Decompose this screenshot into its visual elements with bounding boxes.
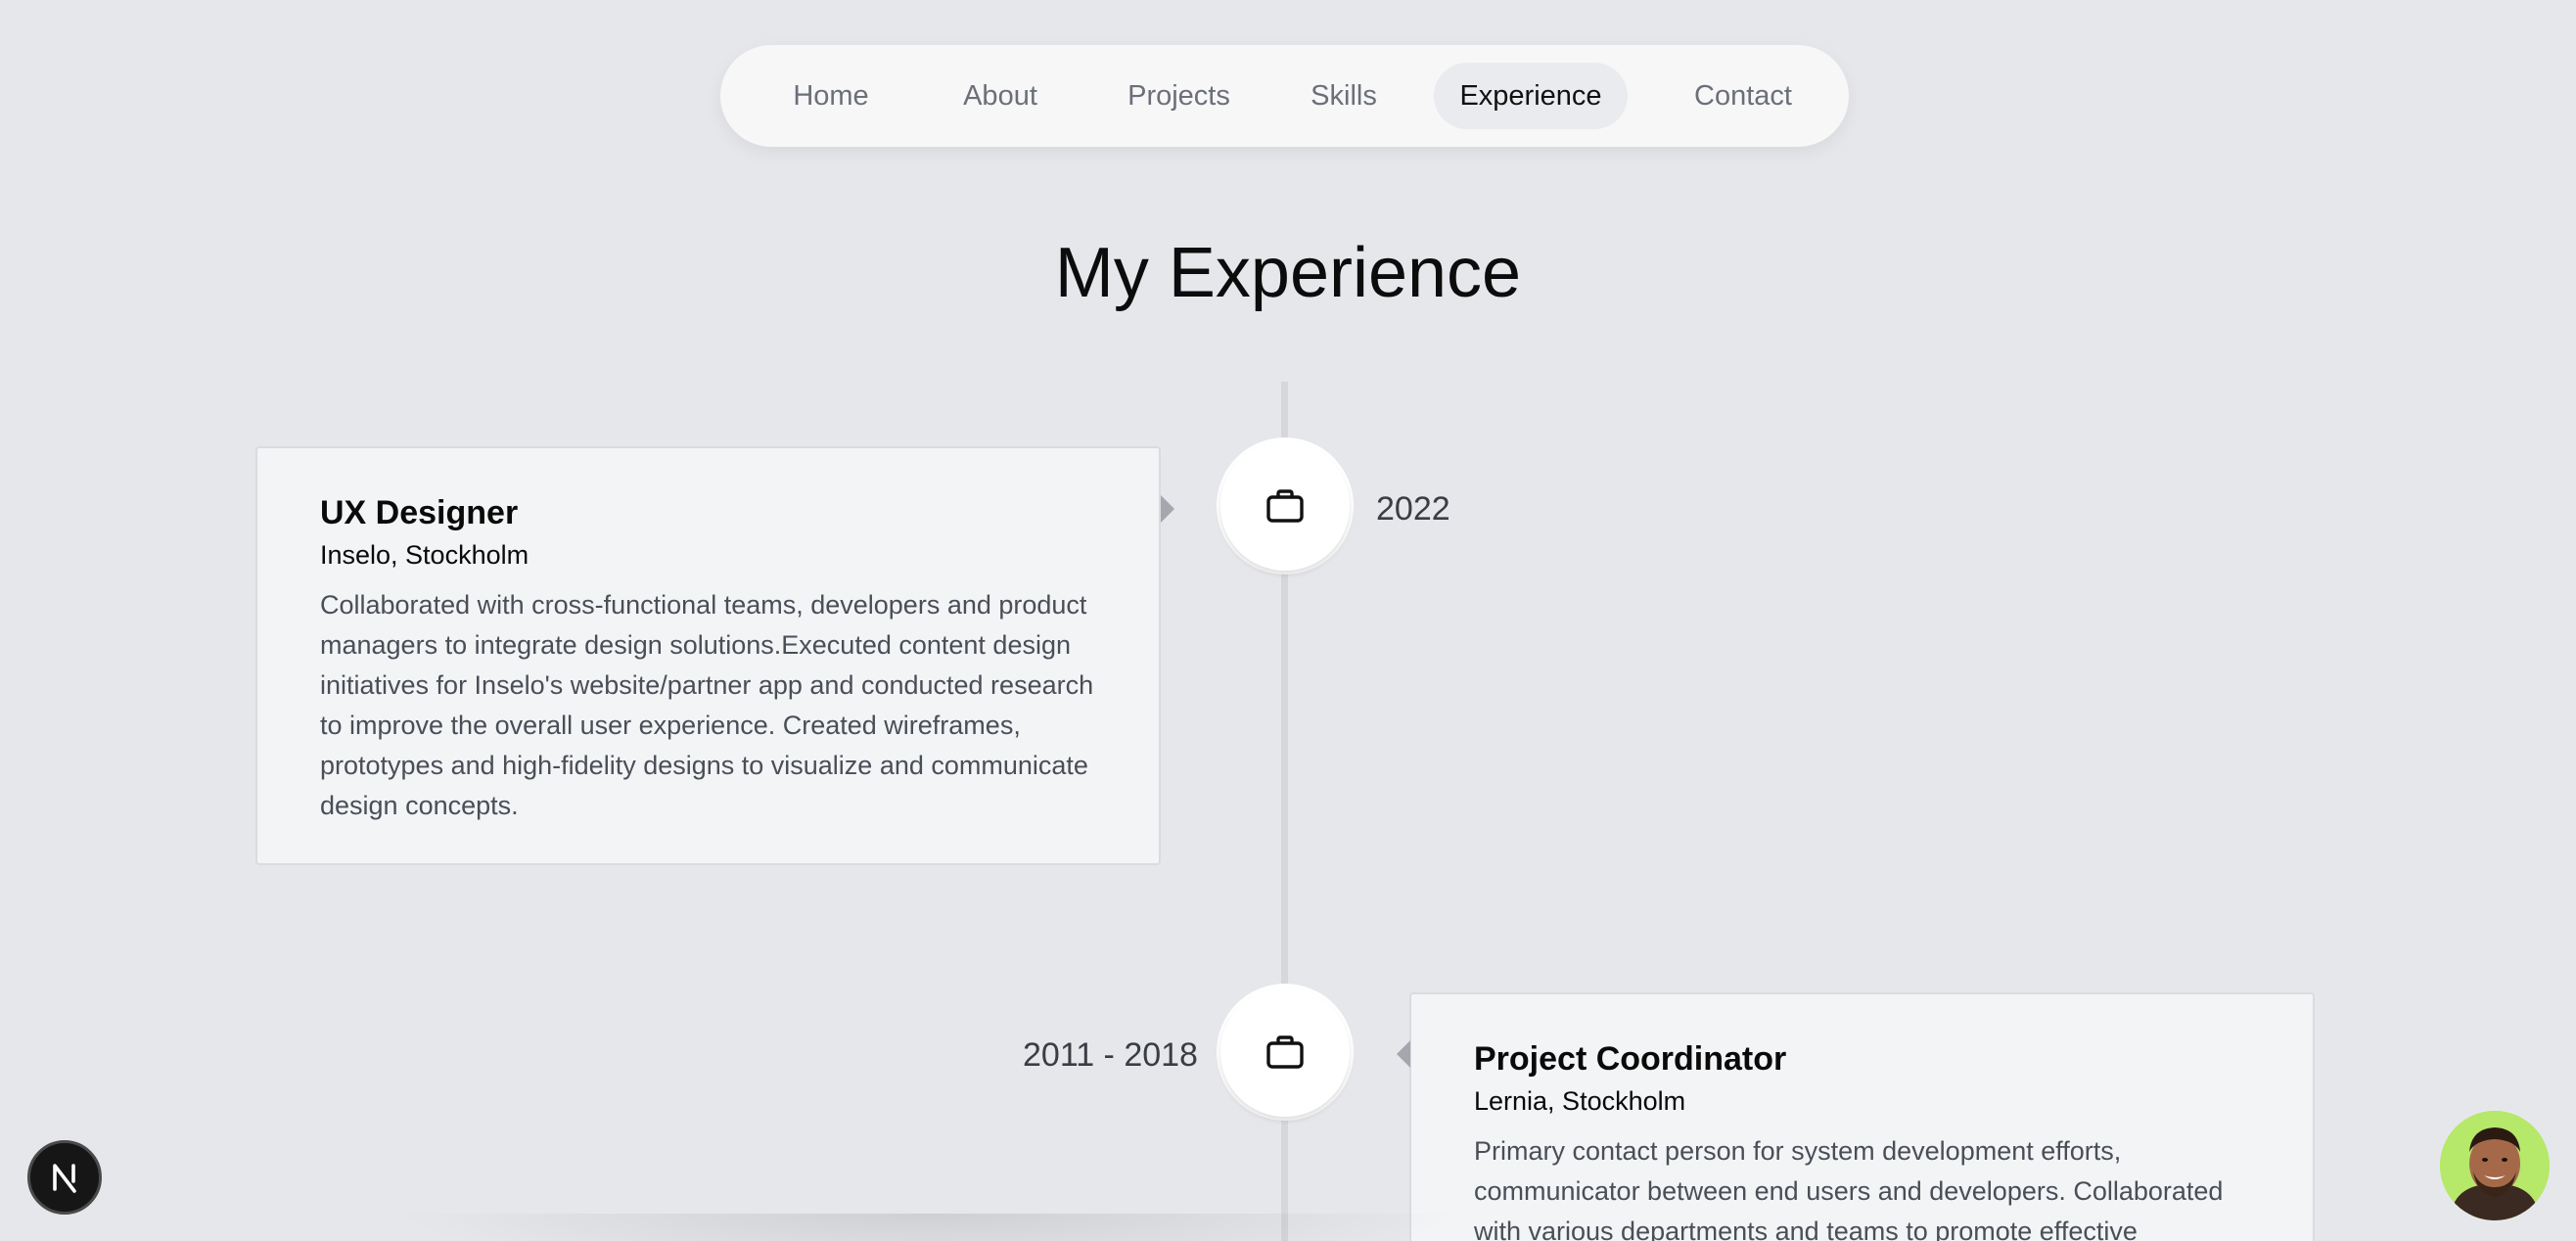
nav-home-link[interactable]: Home [772, 63, 890, 129]
profile-avatar-icon[interactable] [2440, 1111, 2550, 1220]
experience-date: 2022 [1376, 490, 1450, 528]
nav-projects-link[interactable]: Projects [1098, 63, 1260, 129]
page-title: My Experience [1054, 234, 1522, 312]
experience-title: Project Coordinator [1474, 1040, 1787, 1078]
experience-company: Inselo, Stockholm [320, 540, 529, 570]
briefcase-icon [1266, 489, 1304, 523]
experience-description: Primary contact person for system develo… [1474, 1136, 2224, 1241]
timeline-node [1220, 988, 1350, 1117]
experience-card: UX Designer Inselo, Stockholm Collaborat… [255, 446, 1161, 865]
nav-contact-link[interactable]: Contact [1676, 63, 1811, 129]
briefcase-icon [1266, 1035, 1304, 1069]
nav-about-link[interactable]: About [938, 63, 1063, 129]
experience-company: Lernia, Stockholm [1474, 1086, 1686, 1116]
card-pointer [1161, 495, 1174, 523]
timeline-node [1220, 441, 1350, 571]
experience-date: 2011 - 2018 [1023, 1036, 1198, 1074]
avatar-portrait [2440, 1111, 2550, 1220]
top-navigation: Home About Projects Skills Experience Co… [720, 45, 1849, 147]
nextjs-logo-icon[interactable] [27, 1140, 102, 1215]
card-pointer [1397, 1040, 1410, 1068]
experience-title: UX Designer [320, 494, 519, 531]
nav-experience-link[interactable]: Experience [1434, 63, 1628, 129]
bottom-shadow [391, 1214, 1468, 1241]
nextjs-n-glyph-icon [53, 1164, 76, 1193]
experience-description: Collaborated with cross-functional teams… [320, 590, 1094, 820]
experience-card: Project Coordinator Lernia, Stockholm Pr… [1409, 992, 2315, 1241]
nav-skills-link[interactable]: Skills [1290, 63, 1398, 129]
